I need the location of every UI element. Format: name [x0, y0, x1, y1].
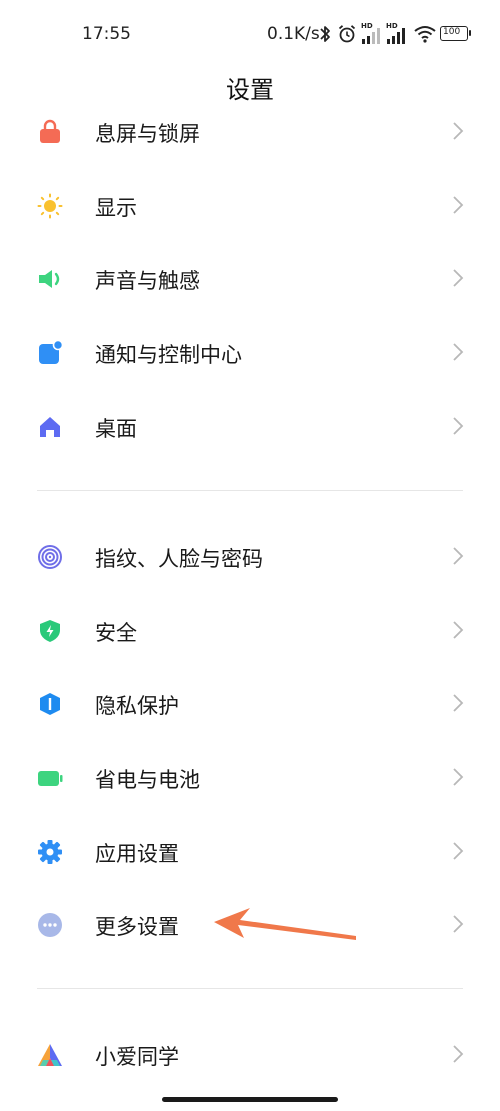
alarm-icon: [338, 25, 356, 43]
section-divider: [37, 988, 463, 989]
network-speed: 0.1K/s: [267, 24, 320, 44]
sun-icon: [37, 193, 63, 219]
settings-item-privacy[interactable]: 隐私保护: [0, 666, 500, 740]
settings-item-display[interactable]: 显示: [0, 168, 500, 242]
settings-item-fingerprint[interactable]: 指纹、人脸与密码: [0, 519, 500, 593]
settings-item-security[interactable]: 安全: [0, 593, 500, 667]
gear-icon: [38, 840, 62, 864]
settings-item-notifications[interactable]: 通知与控制中心: [0, 315, 500, 389]
chevron-right-icon: [453, 122, 464, 140]
chevron-right-icon: [453, 343, 464, 361]
settings-item-label: 息屏与锁屏: [95, 122, 200, 146]
chevron-right-icon: [453, 768, 464, 786]
battery-level: 100: [443, 27, 461, 37]
bluetooth-icon: [320, 26, 330, 42]
settings-item-battery[interactable]: 省电与电池: [0, 740, 500, 814]
settings-item-label: 桌面: [95, 417, 137, 441]
xiaoai-icon: [38, 1044, 62, 1066]
home-icon: [40, 417, 60, 437]
settings-item-desktop[interactable]: 桌面: [0, 389, 500, 463]
notification-icon: [39, 340, 63, 364]
chevron-right-icon: [453, 915, 464, 933]
shield-icon: [40, 620, 60, 642]
privacy-icon: [40, 693, 60, 715]
settings-item-label: 通知与控制中心: [95, 343, 242, 367]
settings-item-label: 显示: [95, 196, 137, 220]
home-indicator[interactable]: [162, 1097, 338, 1102]
lock-icon: [40, 119, 60, 143]
status-time: 17:55: [82, 24, 131, 44]
battery-icon: 100: [440, 26, 472, 41]
settings-item-lock-screen[interactable]: 息屏与锁屏: [0, 94, 500, 168]
section-divider: [37, 490, 463, 491]
settings-item-xiaoai[interactable]: 小爱同学: [0, 1017, 500, 1091]
settings-item-label: 安全: [95, 621, 137, 645]
annotation-arrow-icon: [214, 908, 356, 940]
chevron-right-icon: [453, 842, 464, 860]
fingerprint-icon: [38, 545, 62, 569]
settings-item-label: 省电与电池: [95, 768, 200, 792]
settings-item-sound[interactable]: 声音与触感: [0, 241, 500, 315]
speaker-icon: [39, 270, 60, 288]
chevron-right-icon: [453, 1045, 464, 1063]
chevron-right-icon: [453, 196, 464, 214]
settings-item-apps[interactable]: 应用设置: [0, 814, 500, 888]
chevron-right-icon: [453, 547, 464, 565]
settings-item-label: 小爱同学: [95, 1045, 179, 1069]
settings-item-label: 隐私保护: [95, 694, 179, 718]
settings-item-label: 声音与触感: [95, 269, 200, 293]
chevron-right-icon: [453, 269, 464, 287]
settings-item-label: 指纹、人脸与密码: [95, 547, 263, 571]
chevron-right-icon: [453, 621, 464, 639]
settings-item-label: 应用设置: [95, 842, 179, 866]
wifi-icon: [414, 26, 436, 43]
status-bar: 17:55 0.1K/s HD HD 100: [0, 0, 500, 70]
signal-icon: HD: [386, 22, 408, 46]
chevron-right-icon: [453, 417, 464, 435]
chevron-right-icon: [453, 694, 464, 712]
settings-item-label: 更多设置: [95, 915, 179, 939]
battery-icon: [38, 771, 63, 786]
more-icon: [38, 913, 62, 937]
signal-icon: HD: [361, 22, 383, 46]
